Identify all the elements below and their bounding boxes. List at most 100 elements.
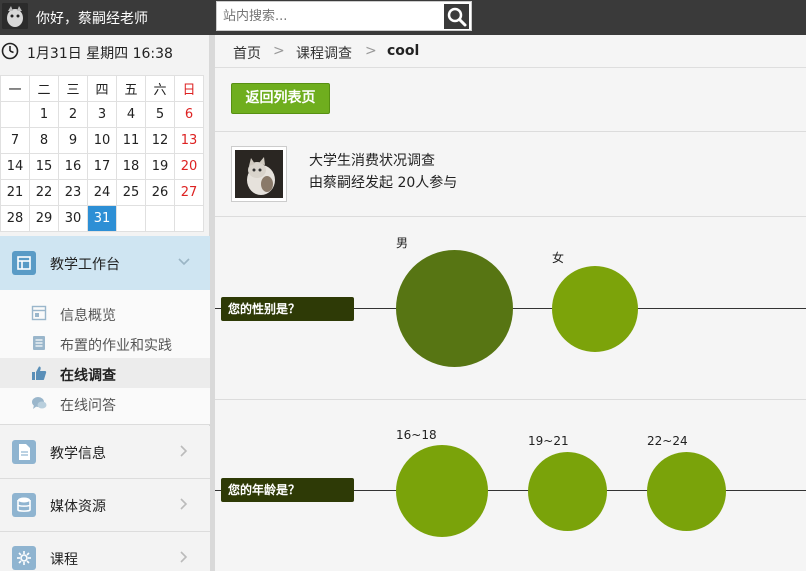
weekday-cell: 六 — [145, 75, 175, 102]
document-icon — [12, 440, 36, 464]
nav-courses[interactable]: 课程 — [0, 532, 210, 571]
day-cell[interactable]: 22 — [29, 179, 59, 206]
search-icon — [447, 7, 467, 27]
datetime-row: 1月31日 星期四 16:38 — [0, 41, 210, 62]
option-bubble[interactable] — [552, 266, 638, 352]
survey-thumbnail — [231, 146, 287, 202]
sidebar-item-online-qa[interactable]: 在线问答 — [0, 388, 210, 418]
breadcrumb-section[interactable]: 课程调查 — [296, 43, 352, 63]
day-cell — [145, 205, 175, 232]
chevron-down-icon — [178, 258, 190, 266]
nav-teaching-info[interactable]: 教学信息 — [0, 426, 210, 479]
chevron-right-icon — [180, 498, 188, 510]
sidebar-item-assignments[interactable]: 布置的作业和实践 — [0, 328, 210, 358]
calendar: 一 二 三 四 五 六 日 1 2 3 4 5 6 7 8 9 10 11 12… — [0, 75, 204, 232]
weekday-cell: 日 — [174, 75, 204, 102]
day-cell[interactable]: 20 — [174, 153, 204, 180]
day-cell[interactable]: 8 — [29, 127, 59, 154]
option-bubble[interactable] — [396, 445, 488, 537]
question-label: 您的性别是？ — [221, 297, 354, 321]
day-cell[interactable]: 11 — [116, 127, 146, 154]
day-cell[interactable]: 15 — [29, 153, 59, 180]
day-cell-today[interactable]: 31 — [87, 205, 117, 232]
sidebar-item-label: 在线调查 — [60, 368, 116, 384]
day-cell[interactable]: 14 — [0, 153, 30, 180]
day-cell[interactable]: 7 — [0, 127, 30, 154]
day-cell[interactable]: 9 — [58, 127, 88, 154]
day-cell[interactable]: 2 — [58, 101, 88, 128]
day-cell[interactable]: 29 — [29, 205, 59, 232]
sidebar-item-overview[interactable]: 信息概览 — [0, 298, 210, 328]
divider — [215, 399, 806, 400]
back-to-list-button[interactable]: 返回列表页 — [231, 83, 330, 114]
day-cell[interactable]: 13 — [174, 127, 204, 154]
day-cell[interactable]: 10 — [87, 127, 117, 154]
sidebar-item-label: 在线问答 — [60, 398, 116, 414]
nav-section-label: 媒体资源 — [50, 499, 106, 515]
day-cell[interactable]: 1 — [29, 101, 59, 128]
day-cell[interactable]: 27 — [174, 179, 204, 206]
sidebar-item-label: 信息概览 — [60, 308, 116, 324]
thumbs-up-icon — [32, 366, 47, 380]
day-cell — [116, 205, 146, 232]
gear-icon — [12, 546, 36, 570]
option-label: 女 — [552, 251, 565, 265]
breadcrumb-separator: > — [365, 43, 377, 59]
breadcrumb-separator: > — [273, 43, 285, 59]
calendar-week: 7 8 9 10 11 12 13 — [0, 127, 204, 154]
day-cell[interactable]: 26 — [145, 179, 175, 206]
option-label: 19~21 — [528, 434, 569, 448]
search-button[interactable] — [444, 4, 469, 29]
day-cell[interactable]: 17 — [87, 153, 117, 180]
breadcrumb: 首页 > 课程调查 > cool — [215, 35, 806, 68]
greeting: 你好，蔡嗣经老师 — [36, 11, 148, 27]
chevron-right-icon — [180, 445, 188, 457]
option-bubble[interactable] — [396, 250, 513, 367]
day-cell[interactable]: 3 — [87, 101, 117, 128]
assignment-icon — [33, 336, 45, 350]
weekday-cell: 二 — [29, 75, 59, 102]
weekday-cell: 四 — [87, 75, 117, 102]
day-cell[interactable]: 23 — [58, 179, 88, 206]
clock-icon — [1, 42, 19, 60]
nav-media-resources[interactable]: 媒体资源 — [0, 479, 210, 532]
option-bubble[interactable] — [647, 452, 726, 531]
day-cell[interactable]: 30 — [58, 205, 88, 232]
database-icon — [12, 493, 36, 517]
day-cell[interactable]: 24 — [87, 179, 117, 206]
calendar-week: 1 2 3 4 5 6 — [0, 101, 204, 128]
search-input[interactable] — [223, 6, 439, 26]
option-label: 男 — [396, 236, 409, 250]
day-cell[interactable]: 6 — [174, 101, 204, 128]
calendar-week: 21 22 23 24 25 26 27 — [0, 179, 204, 206]
day-cell[interactable]: 16 — [58, 153, 88, 180]
weekday-cell: 三 — [58, 75, 88, 102]
day-cell[interactable]: 21 — [0, 179, 30, 206]
weekday-cell: 一 — [0, 75, 30, 102]
overview-icon — [31, 305, 47, 321]
day-cell[interactable]: 25 — [116, 179, 146, 206]
cat-image — [235, 150, 283, 198]
sidebar-item-label: 布置的作业和实践 — [60, 338, 172, 354]
calendar-weekdays: 一 二 三 四 五 六 日 — [0, 75, 204, 102]
day-cell[interactable]: 4 — [116, 101, 146, 128]
sidebar-item-online-survey[interactable]: 在线调查 — [0, 358, 210, 388]
main-content: 首页 > 课程调查 > cool 返回列表页 大学生消费状况调查 由蔡嗣经发起 … — [215, 35, 806, 571]
user-avatar[interactable] — [2, 3, 28, 29]
survey-meta: 由蔡嗣经发起 20人参与 — [309, 175, 458, 191]
day-cell[interactable]: 18 — [116, 153, 146, 180]
workbench-icon — [12, 251, 36, 275]
question-label: 您的年龄是？ — [221, 478, 354, 502]
day-cell[interactable]: 5 — [145, 101, 175, 128]
breadcrumb-home[interactable]: 首页 — [233, 43, 261, 63]
option-bubble[interactable] — [528, 452, 607, 531]
day-cell[interactable]: 28 — [0, 205, 30, 232]
day-cell[interactable]: 19 — [145, 153, 175, 180]
weekday-cell: 五 — [116, 75, 146, 102]
top-bar: 你好，蔡嗣经老师 — [0, 0, 806, 35]
nav-teaching-workbench[interactable]: 教学工作台 — [0, 236, 210, 290]
day-cell[interactable]: 12 — [145, 127, 175, 154]
survey-title: 大学生消费状况调查 — [309, 153, 435, 169]
option-label: 22~24 — [647, 434, 688, 448]
option-label: 16~18 — [396, 428, 437, 442]
